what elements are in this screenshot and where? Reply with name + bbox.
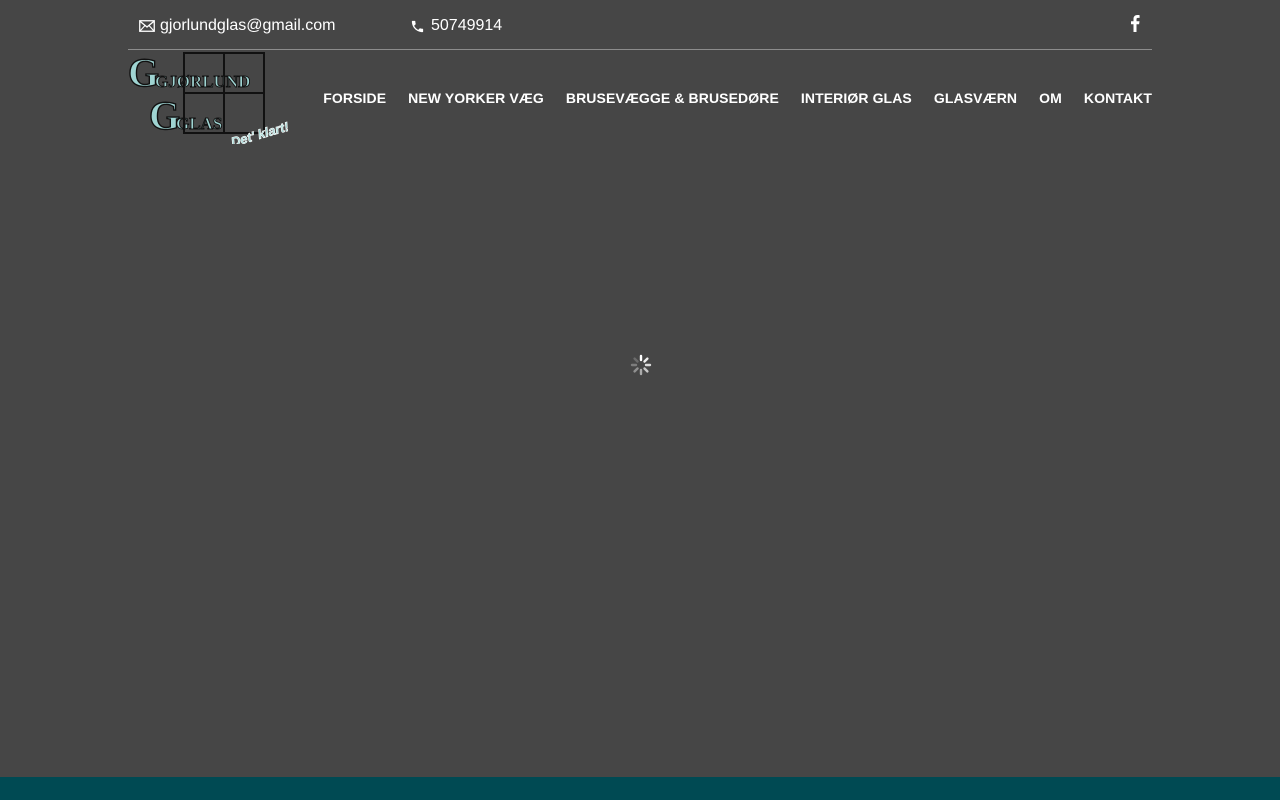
logo-line2: GLAS — [176, 114, 222, 133]
footer-strip — [0, 777, 1280, 800]
facebook-link[interactable] — [1128, 15, 1142, 37]
main-navigation: FORSIDE NEW YORKER VÆG BRUSEVÆGGE & BRUS… — [323, 88, 1152, 108]
facebook-icon — [1130, 15, 1140, 37]
nav-item-brusevaegge[interactable]: BRUSEVÆGGE & BRUSEDØRE — [566, 90, 779, 106]
nav-item-glasvaern[interactable]: GLASVÆRN — [934, 90, 1017, 106]
nav-item-forside[interactable]: FORSIDE — [323, 90, 386, 106]
nav-item-kontakt[interactable]: KONTAKT — [1084, 90, 1152, 106]
email-text: gjorlundglas@gmail.com — [160, 17, 336, 34]
logo-line1: GJØRLUND — [155, 72, 250, 91]
page: gjorlundglas@gmail.com 50749914 G GJØRLU… — [0, 0, 1280, 800]
nav-item-interior-glas[interactable]: INTERIØR GLAS — [801, 90, 912, 106]
top-header-bar: gjorlundglas@gmail.com 50749914 — [128, 0, 1152, 50]
loading-spinner-icon — [629, 353, 653, 377]
phone-link[interactable]: 50749914 — [409, 17, 502, 35]
nav-item-new-yorker-vaeg[interactable]: NEW YORKER VÆG — [408, 90, 544, 106]
logo-tagline: Det' klart! — [229, 119, 291, 144]
envelope-icon — [138, 18, 155, 35]
email-link[interactable]: gjorlundglas@gmail.com — [138, 17, 335, 35]
nav-item-om[interactable]: OM — [1039, 90, 1062, 106]
site-logo[interactable]: G GJØRLUND G GLAS Det' klart! — [127, 49, 298, 150]
phone-icon — [409, 18, 426, 35]
phone-text: 50749914 — [431, 17, 503, 34]
